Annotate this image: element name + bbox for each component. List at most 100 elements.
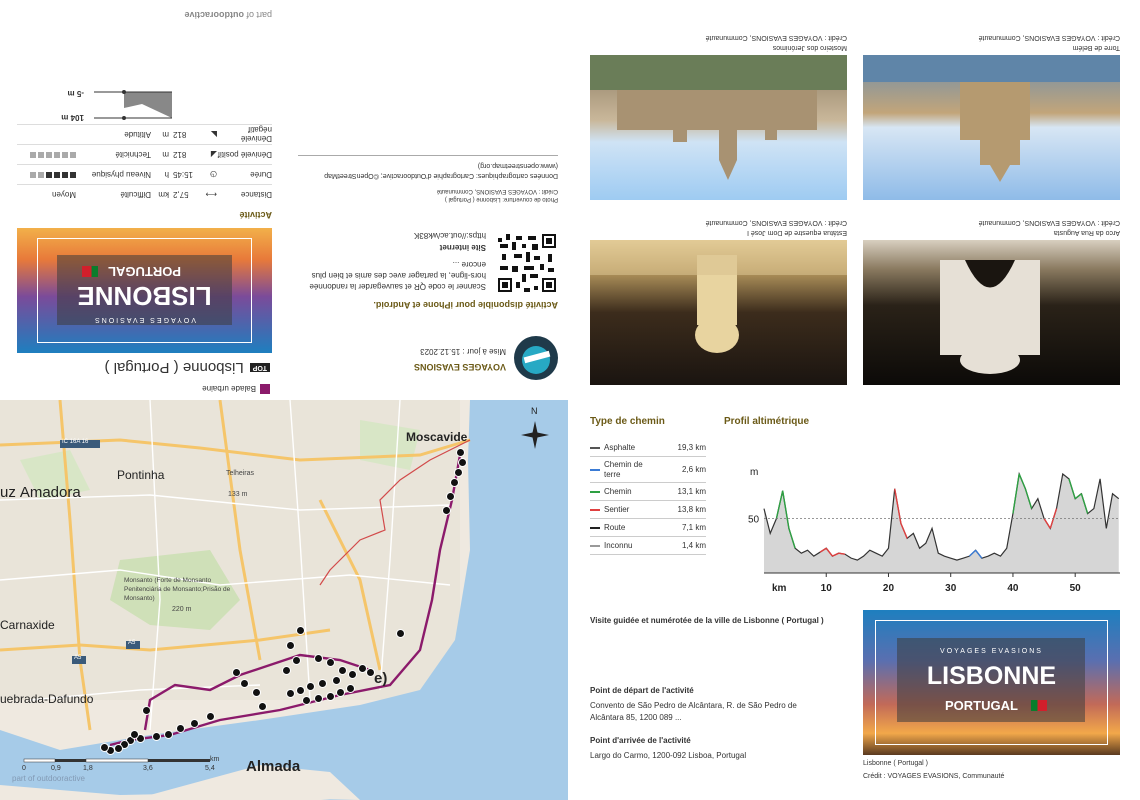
waypoint-marker-icon[interactable] xyxy=(456,448,465,457)
elevation-profile: 50 m km 10 20 30 40 50 xyxy=(740,455,1130,600)
map-road-a5-west: A5 xyxy=(74,655,82,661)
waypoint-marker-icon[interactable] xyxy=(458,458,467,467)
physical-level-dots xyxy=(28,170,76,179)
qr-code[interactable] xyxy=(496,232,558,294)
path-type-name: Inconnu xyxy=(604,541,633,550)
stat-row-duration: Durée ◷ 15:45 h Niveau physique xyxy=(17,164,272,184)
path-type-name: Route xyxy=(604,523,626,532)
summary-cover-subtitle: PORTUGAL xyxy=(945,698,1018,713)
map-road-a5-east: A5 xyxy=(128,640,136,646)
path-type-name: Sentier xyxy=(604,505,630,514)
waypoint-marker-icon[interactable] xyxy=(446,492,455,501)
map-label-lisboa-cut: e) xyxy=(374,670,388,687)
stats-table: Distance ⟷ 57,2 km Difficulté Moyen Duré… xyxy=(17,84,272,204)
waypoint-marker-icon[interactable] xyxy=(306,682,315,691)
printed-activity-sheet: Balade urbaine TOP Lisbonne ( Portugal )… xyxy=(0,0,1140,800)
waypoint-marker-icon[interactable] xyxy=(100,743,109,752)
waypoint-marker-icon[interactable] xyxy=(258,702,267,711)
waypoint-marker-icon[interactable] xyxy=(314,654,323,663)
walk-icon xyxy=(260,384,270,394)
portugal-flag-icon xyxy=(82,266,98,277)
waypoint-marker-icon[interactable] xyxy=(442,506,451,515)
photo-credit-arch: Crédit : VOYAGES EVASIONS, Communauté xyxy=(978,219,1120,226)
waypoint-marker-icon[interactable] xyxy=(454,468,463,477)
waypoint-marker-icon[interactable] xyxy=(286,641,295,650)
waypoint-marker-icon[interactable] xyxy=(152,732,161,741)
waypoint-marker-icon[interactable] xyxy=(332,676,341,685)
waypoint-marker-icon[interactable] xyxy=(240,679,249,688)
waypoint-marker-icon[interactable] xyxy=(190,719,199,728)
path-type-km: 7,1 km xyxy=(681,523,706,532)
waypoint-marker-icon[interactable] xyxy=(396,629,405,638)
photo-caption-statue: Estátua equestre de Dom José I xyxy=(747,229,847,236)
route-map[interactable]: Moscavide Pontinha uz Amadora Carnaxide u… xyxy=(0,400,568,800)
waypoint-marker-icon[interactable] xyxy=(338,666,347,675)
waypoint-marker-icon[interactable] xyxy=(252,688,261,697)
profile-x-tick-label: 20 xyxy=(883,583,895,594)
waypoint-marker-icon[interactable] xyxy=(336,688,345,697)
path-type-swatch xyxy=(590,508,600,511)
profile-x-tick-label: 30 xyxy=(945,583,957,594)
photo-caption-belem: Torre de Belém xyxy=(1072,44,1120,51)
descent-icon: ◣ xyxy=(210,130,217,139)
scale-label-1: 0,9 xyxy=(51,765,61,772)
waypoint-marker-icon[interactable] xyxy=(164,730,173,739)
map-label-pontinha: Pontinha xyxy=(117,468,165,482)
waypoint-marker-icon[interactable] xyxy=(292,656,301,665)
activity-summary-panel: Balade urbaine TOP Lisbonne ( Portugal )… xyxy=(0,0,570,400)
scale-label-4: 5,4 xyxy=(205,765,215,772)
waypoint-marker-icon[interactable] xyxy=(302,696,311,705)
waypoint-marker-icon[interactable] xyxy=(318,679,327,688)
path-type-km: 19,3 km xyxy=(677,443,706,452)
waypoint-marker-icon[interactable] xyxy=(232,668,241,677)
waypoint-marker-icon[interactable] xyxy=(326,692,335,701)
waypoint-marker-icon[interactable] xyxy=(282,666,291,675)
waypoint-marker-icon[interactable] xyxy=(296,626,305,635)
map-label-quebrada-dafundo: uebrada-Dafundo xyxy=(0,692,94,706)
map-label-carnaxide: Carnaxide xyxy=(0,618,55,632)
cover-credit: Crédit : VOYAGES EVASIONS, Communauté xyxy=(436,188,558,194)
waypoint-marker-icon[interactable] xyxy=(142,706,151,715)
map-label-monsanto: Monsanto (Forte de Monsanto Penitenciári… xyxy=(124,577,231,602)
waypoint-marker-icon[interactable] xyxy=(286,689,295,698)
author-block: VOYAGES EVASIONS Mise à jour : 15.12.202… xyxy=(368,320,558,380)
path-type-swatch xyxy=(590,446,600,449)
photo-equestrian-statue xyxy=(590,240,847,385)
scale-label-0: 0 xyxy=(22,765,26,772)
profile-segment xyxy=(838,552,846,555)
path-type-swatch xyxy=(590,468,600,471)
waypoint-marker-icon[interactable] xyxy=(346,684,355,693)
path-type-km: 13,8 km xyxy=(677,505,706,514)
cover-image: VOYAGES EVASIONS LISBONNE PORTUGAL xyxy=(17,228,272,353)
map-canvas xyxy=(0,400,568,800)
waypoint-marker-icon[interactable] xyxy=(348,670,357,679)
summary-cover-tagline: VOYAGES EVASIONS xyxy=(940,648,1043,655)
waypoint-marker-icon[interactable] xyxy=(130,730,139,739)
photo-credit-belem: Crédit : VOYAGES EVASIONS, Communauté xyxy=(978,34,1120,41)
map-label-monsanto-alt: 220 m xyxy=(172,606,192,613)
path-type-swatch xyxy=(590,544,600,547)
brand-footer: part of outdooractive xyxy=(184,10,272,20)
profile-x-tick-label: 40 xyxy=(1007,583,1019,594)
site-label: Site internet xyxy=(439,243,486,252)
end-point-title: Point d'arrivée de l'activité xyxy=(590,736,691,745)
waypoint-marker-icon[interactable] xyxy=(296,686,305,695)
waypoint-marker-icon[interactable] xyxy=(314,694,323,703)
waypoint-marker-icon[interactable] xyxy=(114,744,123,753)
path-type-rows: Asphalte 19,3 km Chemin de terre 2,6 km Chem… xyxy=(590,439,706,555)
map-label-amadora: uz Amadora xyxy=(0,484,81,501)
profile-y-unit: m xyxy=(750,467,758,478)
site-url[interactable]: https://out.ac/wk83K xyxy=(414,231,486,240)
altitude-mini: 104 m -5 m xyxy=(17,84,272,124)
altitude-mini-chart xyxy=(94,90,172,120)
waypoint-marker-icon[interactable] xyxy=(326,658,335,667)
technique-level-dots xyxy=(28,150,76,159)
waypoint-marker-icon[interactable] xyxy=(450,478,459,487)
waypoint-marker-icon[interactable] xyxy=(206,712,215,721)
app-text: Scanner le code QR et sauvegarder la ran… xyxy=(309,260,486,291)
start-point-title: Point de départ de l'activité xyxy=(590,686,694,695)
waypoint-marker-icon[interactable] xyxy=(176,724,185,733)
scale-unit: km xyxy=(210,756,220,763)
map-road-ic16: IC 16A 16 xyxy=(62,439,89,445)
photo-caption-arch: Arco da Rua Augusta xyxy=(1053,229,1120,236)
